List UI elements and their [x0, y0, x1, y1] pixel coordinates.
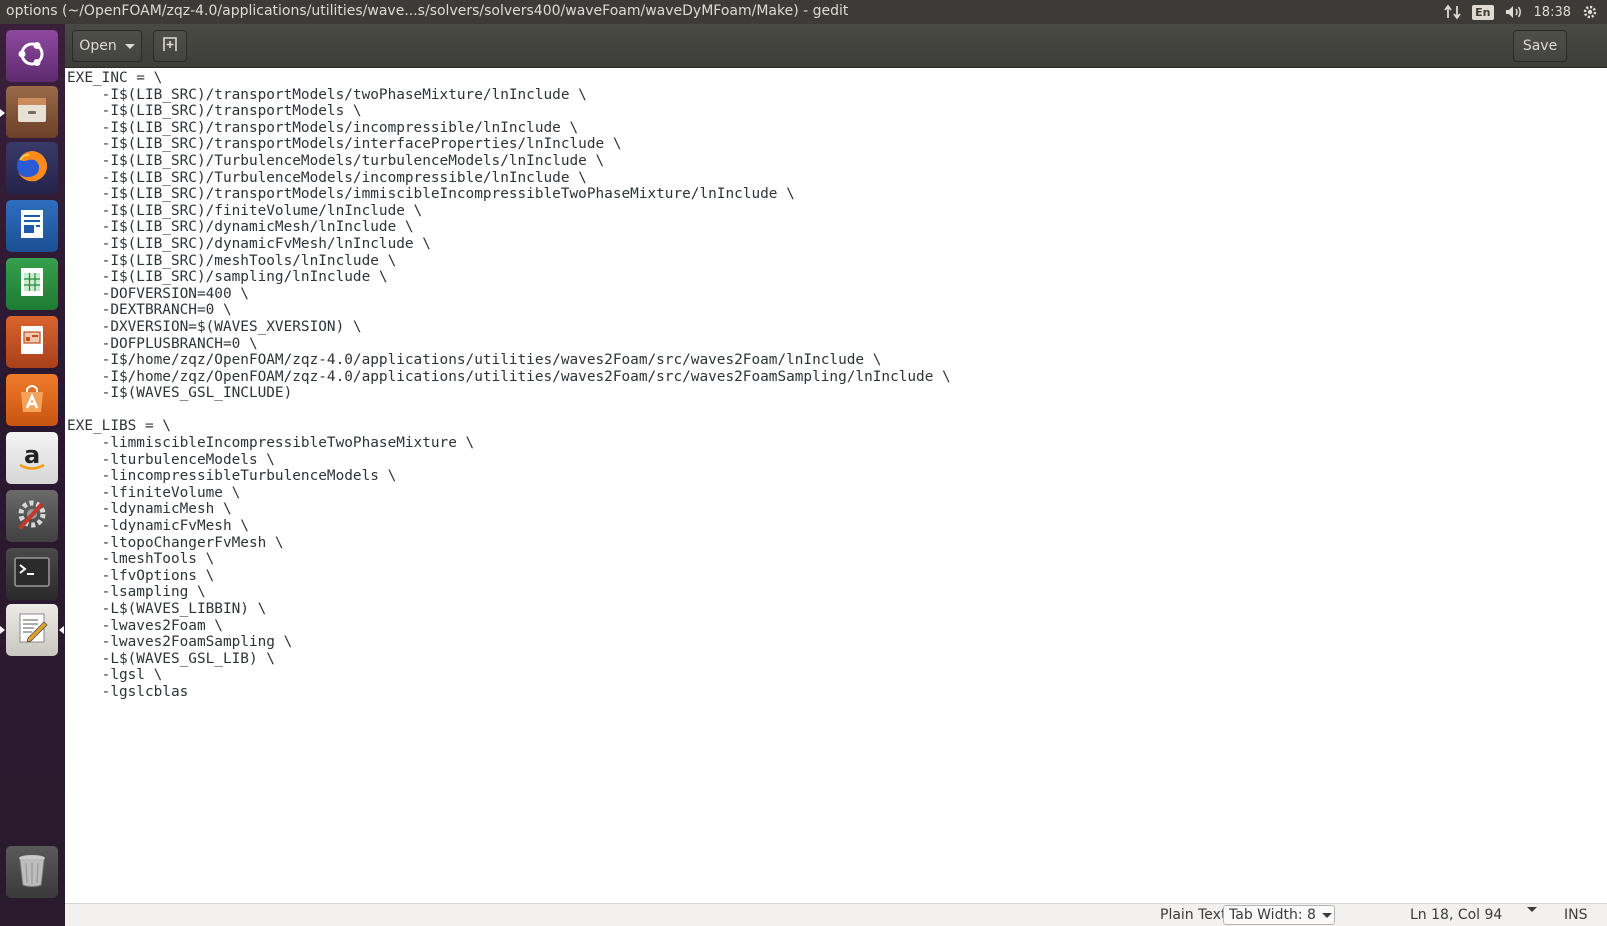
- position-dropdown[interactable]: [1527, 907, 1537, 912]
- code-line: -ldynamicFvMesh \: [67, 518, 249, 535]
- language-label: Plain Text: [1160, 907, 1227, 923]
- window-title: options (~/OpenFOAM/zqz-4.0/applications…: [6, 3, 849, 19]
- terminal-icon: [13, 555, 51, 593]
- code-line: -DXVERSION=$(WAVES_XVERSION) \: [67, 318, 362, 335]
- code-line: -DOFPLUSBRANCH=0 \: [67, 335, 258, 352]
- code-line: -L$(WAVES_LIBBIN) \: [67, 601, 267, 617]
- launcher-item-files[interactable]: [6, 86, 58, 138]
- keyboard-layout-indicator[interactable]: En: [1472, 4, 1494, 20]
- code-line: -I$(LIB_SRC)/meshTools/lnInclude \: [67, 252, 397, 269]
- launcher-item-amazon[interactable]: a: [6, 432, 58, 484]
- trash-icon: [14, 851, 50, 893]
- network-updown-icon[interactable]: [1444, 4, 1462, 20]
- code-line: -lfiniteVolume \: [67, 484, 241, 501]
- code-content: EXE_INC = \ -I$(LIB_SRC)/transportModels…: [67, 70, 951, 701]
- code-line: -I$(LIB_SRC)/transportModels/incompressi…: [67, 119, 579, 136]
- header-bar: Open Save: [65, 24, 1607, 68]
- amazon-icon: a: [14, 438, 50, 478]
- text-editor-icon: [14, 610, 50, 650]
- launcher-item-impress[interactable]: [6, 316, 58, 368]
- firefox-icon: [12, 146, 52, 190]
- gedit-window: Open Save EXE_INC = \ -I$(LIB_SRC)/trans…: [65, 24, 1607, 926]
- code-line: -I$(LIB_SRC)/transportModels/interfacePr…: [67, 136, 622, 153]
- launcher-item-dash[interactable]: [6, 30, 58, 82]
- launcher-item-writer[interactable]: [6, 200, 58, 252]
- status-bar: Plain Text Tab Width: 8 Ln 18, Col 94 IN…: [65, 903, 1607, 926]
- code-line: EXE_INC = \: [67, 70, 163, 86]
- text-editor-area[interactable]: EXE_INC = \ -I$(LIB_SRC)/transportModels…: [65, 68, 1607, 903]
- svg-text:a: a: [24, 441, 40, 469]
- launcher-item-software-center[interactable]: [6, 374, 58, 426]
- launcher-item-trash[interactable]: [6, 846, 58, 898]
- launcher: a: [0, 24, 65, 926]
- running-indicator: [0, 626, 5, 634]
- chevron-down-icon: [1321, 912, 1332, 918]
- insert-mode-indicator[interactable]: INS: [1564, 907, 1588, 923]
- volume-icon[interactable]: [1504, 4, 1524, 20]
- indicator-area: En 18:38: [1444, 0, 1599, 24]
- code-line: -I$(LIB_SRC)/sampling/lnInclude \: [67, 269, 388, 286]
- code-line: -L$(WAVES_GSL_LIB) \: [67, 650, 275, 667]
- new-document-icon: [162, 36, 178, 56]
- code-line: -lturbulenceModels \: [67, 451, 275, 468]
- save-button[interactable]: Save: [1513, 30, 1567, 62]
- code-line: -lgslcblas: [67, 683, 189, 700]
- launcher-item-calc[interactable]: [6, 258, 58, 310]
- calc-spreadsheet-icon: [14, 264, 50, 304]
- code-line: -DEXTBRANCH=0 \: [67, 302, 232, 319]
- code-line: -I$(LIB_SRC)/finiteVolume/lnInclude \: [67, 202, 423, 219]
- ubuntu-logo-icon: [14, 36, 50, 76]
- code-line: -lsampling \: [67, 584, 206, 601]
- keyboard-lang-badge: En: [1472, 4, 1494, 20]
- open-button[interactable]: Open: [72, 30, 142, 62]
- clock[interactable]: 18:38: [1534, 5, 1571, 20]
- code-line: EXE_LIBS = \: [67, 418, 171, 435]
- insert-mode-label: INS: [1564, 907, 1588, 923]
- code-line: -I$/home/zqz/OpenFOAM/zqz-4.0/applicatio…: [67, 368, 951, 385]
- top-panel: options (~/OpenFOAM/zqz-4.0/applications…: [0, 0, 1607, 24]
- code-line: -I$(LIB_SRC)/transportModels \: [67, 103, 362, 120]
- code-line: -DOFVERSION=400 \: [67, 285, 249, 302]
- code-line: -ldynamicMesh \: [67, 501, 232, 518]
- new-tab-button[interactable]: [153, 30, 187, 62]
- launcher-item-firefox[interactable]: [6, 142, 58, 194]
- code-line: -lgsl \: [67, 667, 163, 684]
- system-gear-icon[interactable]: [1581, 3, 1599, 21]
- code-line: -lwaves2FoamSampling \: [67, 634, 293, 651]
- code-line: -ltopoChangerFvMesh \: [67, 534, 284, 551]
- code-line: -I$(LIB_SRC)/transportModels/twoPhaseMix…: [67, 86, 587, 103]
- launcher-item-terminal[interactable]: [6, 548, 58, 600]
- code-line: -I$(LIB_SRC)/TurbulenceModels/turbulence…: [67, 152, 605, 169]
- open-button-label: Open: [79, 38, 117, 54]
- cursor-position[interactable]: Ln 18, Col 94: [1410, 907, 1502, 923]
- save-button-label: Save: [1522, 38, 1558, 54]
- writer-document-icon: [14, 206, 50, 246]
- cursor-position-label: Ln 18, Col 94: [1410, 907, 1503, 923]
- settings-wrench-icon: [13, 495, 51, 537]
- launcher-item-system-settings[interactable]: [6, 490, 58, 542]
- chevron-down-icon: [124, 43, 135, 49]
- chevron-down-icon: [1527, 907, 1537, 912]
- code-line: -limmiscibleIncompressibleTwoPhaseMixtur…: [67, 435, 475, 452]
- code-line: -lincompressibleTurbulenceModels \: [67, 468, 397, 485]
- tab-width-label: Tab Width: 8: [1229, 907, 1316, 923]
- code-line: -lmeshTools \: [67, 551, 215, 568]
- focused-indicator: [59, 626, 64, 634]
- impress-presentation-icon: [14, 322, 50, 362]
- launcher-item-text-editor[interactable]: [6, 604, 58, 656]
- tab-width-selector[interactable]: Tab Width: 8: [1229, 907, 1332, 923]
- code-line: -I$(WAVES_GSL_INCLUDE): [67, 385, 293, 402]
- shopping-bag-icon: [14, 380, 50, 420]
- code-line: -lfvOptions \: [67, 567, 215, 584]
- file-cabinet-icon: [14, 92, 50, 132]
- code-line: -I$(LIB_SRC)/dynamicMesh/lnInclude \: [67, 219, 414, 236]
- code-line: -I$(LIB_SRC)/dynamicFvMesh/lnInclude \: [67, 235, 431, 252]
- code-line: -lwaves2Foam \: [67, 617, 223, 634]
- code-line: -I$/home/zqz/OpenFOAM/zqz-4.0/applicatio…: [67, 352, 882, 369]
- running-indicator: [0, 109, 5, 117]
- code-line: -I$(LIB_SRC)/TurbulenceModels/incompress…: [67, 169, 587, 186]
- code-line: -I$(LIB_SRC)/transportModels/immiscibleI…: [67, 186, 795, 203]
